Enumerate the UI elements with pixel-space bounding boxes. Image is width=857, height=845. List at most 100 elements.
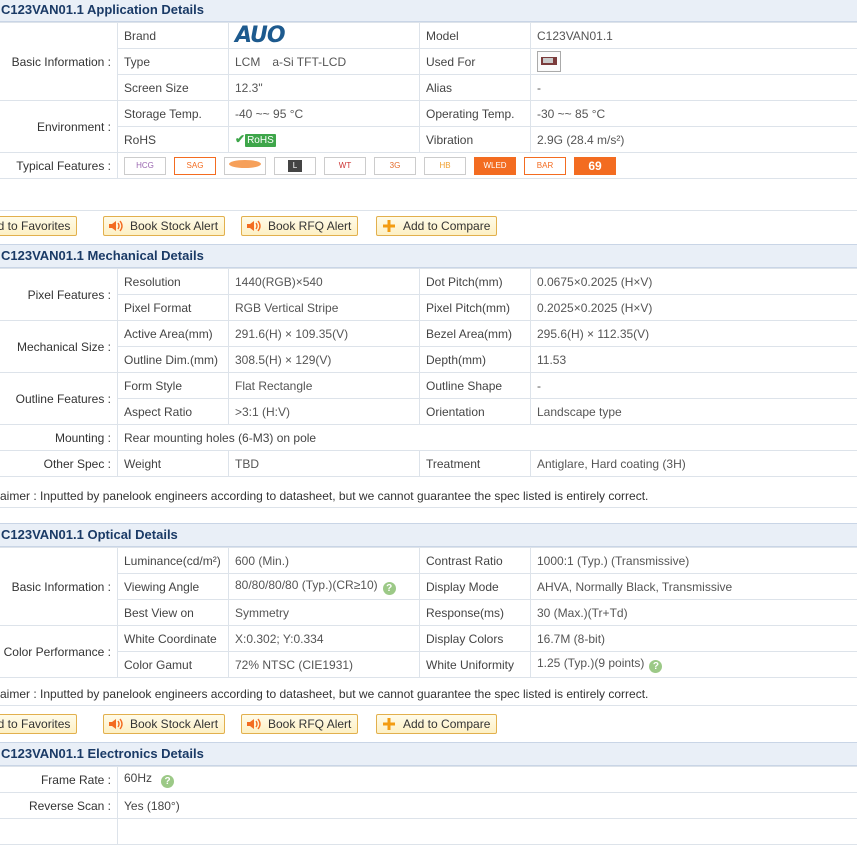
rohs-label: RoHS <box>118 127 229 153</box>
mechanical-size-header: Mechanical Size : <box>0 321 118 373</box>
white-uniformity-value: 1.25 (Typ.)(9 points) <box>537 656 644 670</box>
aspect-ratio-label: Aspect Ratio <box>118 399 229 425</box>
response-label: Response(ms) <box>420 600 531 626</box>
outline-shape-value: - <box>531 373 857 399</box>
table-row: Other Spec : Weight TBD Treatment Antigl… <box>0 451 857 477</box>
white-coordinate-value: X:0.302; Y:0.334 <box>229 626 420 652</box>
basic-info-header: Basic Information : <box>0 23 118 101</box>
application-details-table: Basic Information : Brand AUO Model C123… <box>0 22 857 179</box>
storage-temp-value: -40 ~~ 95 °C <box>229 101 420 127</box>
operating-temp-label: Operating Temp. <box>420 101 531 127</box>
electronics-details-table: Frame Rate : 60Hz? Reverse Scan : Yes (1… <box>0 766 857 845</box>
curve-feature-icon[interactable] <box>224 157 266 175</box>
table-row: Basic Information : Luminance(cd/m²) 600… <box>0 548 857 574</box>
speaker-icon <box>108 717 124 731</box>
display-colors-label: Display Colors <box>420 626 531 652</box>
screen-size-label: Screen Size <box>118 75 229 101</box>
book-stock-alert-button[interactable]: Book Stock Alert <box>103 714 225 734</box>
table-row: Outline Features : Form Style Flat Recta… <box>0 373 857 399</box>
book-rfq-alert-button[interactable]: Book RFQ Alert <box>241 714 358 734</box>
dot-pitch-value: 0.0675×0.2025 (H×V) <box>531 269 857 295</box>
color-gamut-label: Color Gamut <box>118 652 229 678</box>
hb-feature-icon[interactable]: HB <box>424 157 466 175</box>
3g-feature-icon[interactable]: 3G <box>374 157 416 175</box>
typical-features-icons: HCG SAG L WT 3G HB WLED BAR 69 <box>118 153 857 179</box>
display-mode-label: Display Mode <box>420 574 531 600</box>
depth-value: 11.53 <box>531 347 857 373</box>
alias-label: Alias <box>420 75 531 101</box>
viewing-angle-label: Viewing Angle <box>118 574 229 600</box>
reverse-scan-header: Reverse Scan : <box>0 793 118 819</box>
luminance-value: 600 (Min.) <box>229 548 420 574</box>
pixel-features-header: Pixel Features : <box>0 269 118 321</box>
automotive-icon[interactable] <box>537 51 561 72</box>
table-row: Color Performance : White Coordinate X:0… <box>0 626 857 652</box>
screen-size-value: 12.3" <box>229 75 420 101</box>
resolution-value: 1440(RGB)×540 <box>229 269 420 295</box>
weight-label: Weight <box>118 451 229 477</box>
wled-feature-icon[interactable]: WLED <box>474 157 516 175</box>
table-row: Best View on Symmetry Response(ms) 30 (M… <box>0 600 857 626</box>
table-row: Color Gamut 72% NTSC (CIE1931) White Uni… <box>0 652 857 678</box>
speaker-icon <box>246 219 262 233</box>
table-row: Basic Information : Brand AUO Model C123… <box>0 23 857 49</box>
help-icon[interactable]: ? <box>649 660 662 673</box>
book-stock-alert-button[interactable]: Book Stock Alert <box>103 216 225 236</box>
add-to-compare-button[interactable]: Add to Compare <box>376 714 497 734</box>
best-view-value: Symmetry <box>229 600 420 626</box>
auo-logo: AUO <box>235 23 285 48</box>
reverse-scan-value: Yes (180°) <box>118 793 857 819</box>
brand-logo[interactable]: AUO <box>229 23 420 49</box>
weight-value: TBD <box>229 451 420 477</box>
table-row: Screen Size 12.3" Alias - <box>0 75 857 101</box>
table-row: Frame Rate : 60Hz? <box>0 767 857 793</box>
wt-feature-icon[interactable]: WT <box>324 157 366 175</box>
69-feature-icon[interactable]: 69 <box>574 157 616 175</box>
speaker-icon <box>108 219 124 233</box>
electronics-details-title: C123VAN01.1 Electronics Details <box>0 742 857 766</box>
operating-temp-value: -30 ~~ 85 °C <box>531 101 857 127</box>
bar-feature-icon[interactable]: BAR <box>524 157 566 175</box>
outline-dim-label: Outline Dim.(mm) <box>118 347 229 373</box>
table-row: Typical Features : HCGSAGLWT3GHBWLEDBAR6… <box>0 153 857 179</box>
book-rfq-alert-button[interactable]: Book RFQ Alert <box>241 216 358 236</box>
l-feature-icon[interactable]: L <box>274 157 316 175</box>
rohs-badge: ✔ <box>235 132 245 146</box>
aspect-ratio-value: >3:1 (H:V) <box>229 399 420 425</box>
optical-details-table: Basic Information : Luminance(cd/m²) 600… <box>0 547 857 678</box>
display-colors-value: 16.7M (8-bit) <box>531 626 857 652</box>
help-icon[interactable]: ? <box>161 775 174 788</box>
add-to-favorites-button[interactable]: Add to Favorites <box>0 216 77 236</box>
display-mode-value: AHVA, Normally Black, Transmissive <box>531 574 857 600</box>
bezel-area-label: Bezel Area(mm) <box>420 321 531 347</box>
type-label: Type <box>118 49 229 75</box>
table-row: Mechanical Size : Active Area(mm) 291.6(… <box>0 321 857 347</box>
application-details-title: C123VAN01.1 Application Details <box>0 0 857 22</box>
add-to-compare-button[interactable]: Add to Compare <box>376 216 497 236</box>
pixel-format-label: Pixel Format <box>118 295 229 321</box>
table-row: Environment : Storage Temp. -40 ~~ 95 °C… <box>0 101 857 127</box>
add-to-favorites-button[interactable]: Add to Favorites <box>0 714 77 734</box>
sag-feature-icon[interactable]: SAG <box>174 157 216 175</box>
table-row: Pixel Format RGB Vertical Stripe Pixel P… <box>0 295 857 321</box>
table-row: Type LCM a-Si TFT-LCD Used For <box>0 49 857 75</box>
type-value-lcm: LCM <box>235 55 260 69</box>
hcg-feature-icon[interactable]: HCG <box>124 157 166 175</box>
color-performance-header: Color Performance : <box>0 626 118 678</box>
used-for-label: Used For <box>420 49 531 75</box>
color-gamut-value: 72% NTSC (CIE1931) <box>229 652 420 678</box>
active-area-label: Active Area(mm) <box>118 321 229 347</box>
table-row: Aspect Ratio >3:1 (H:V) Orientation Land… <box>0 399 857 425</box>
table-row: Reverse Scan : Yes (180°) <box>0 793 857 819</box>
white-coordinate-label: White Coordinate <box>118 626 229 652</box>
environment-header: Environment : <box>0 101 118 153</box>
help-icon[interactable]: ? <box>383 582 396 595</box>
bezel-area-value: 295.6(H) × 112.35(V) <box>531 321 857 347</box>
storage-temp-label: Storage Temp. <box>118 101 229 127</box>
table-row: RoHS ✔RoHS Vibration 2.9G (28.4 m/s²) <box>0 127 857 153</box>
type-value-tft: a-Si TFT-LCD <box>272 55 346 69</box>
outline-features-header: Outline Features : <box>0 373 118 425</box>
pixel-pitch-value: 0.2025×0.2025 (H×V) <box>531 295 857 321</box>
white-uniformity-label: White Uniformity <box>420 652 531 678</box>
table-row: Outline Dim.(mm) 308.5(H) × 129(V) Depth… <box>0 347 857 373</box>
